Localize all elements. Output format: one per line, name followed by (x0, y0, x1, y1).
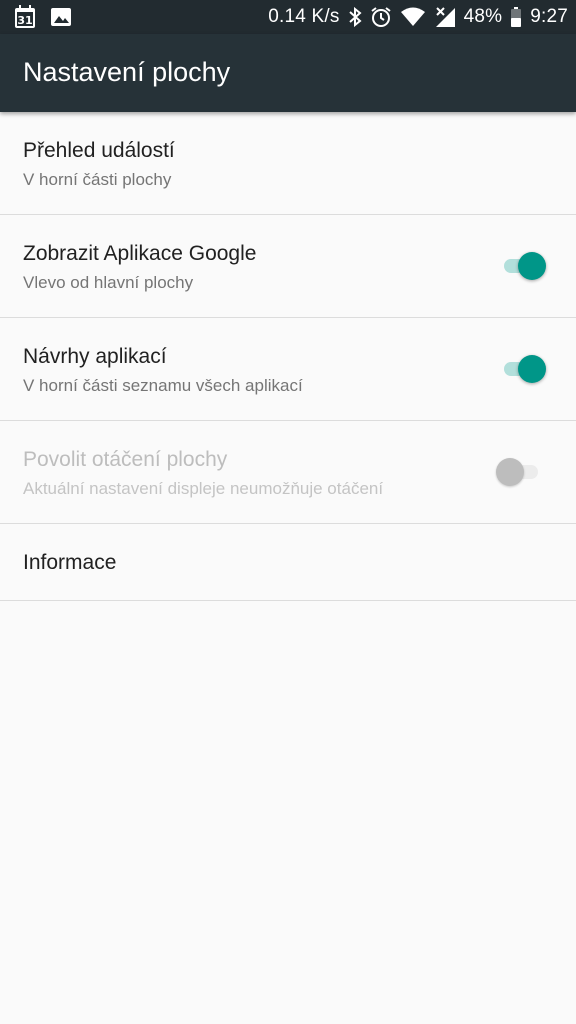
google-app-toggle[interactable] (504, 252, 546, 280)
toggle-thumb (518, 355, 546, 383)
toggle-thumb (496, 458, 524, 486)
calendar-day: 31 (17, 14, 32, 27)
rotation-toggle (496, 458, 538, 486)
app-bar: Nastavení plochy (0, 34, 576, 112)
battery-icon (510, 7, 522, 27)
page-title: Nastavení plochy (23, 57, 231, 87)
setting-show-google-app[interactable]: Zobrazit Aplikace Google Vlevo od hlavní… (0, 215, 576, 318)
setting-title: Informace (23, 551, 117, 574)
image-icon (50, 7, 72, 27)
setting-event-overview[interactable]: Přehled událostí V horní části plochy (0, 112, 576, 215)
setting-title: Zobrazit Aplikace Google (23, 242, 257, 265)
setting-title: Povolit otáčení plochy (23, 448, 228, 471)
setting-summary: V horní části plochy (23, 170, 172, 189)
setting-title: Návrhy aplikací (23, 345, 167, 368)
setting-summary: V horní části seznamu všech aplikací (23, 376, 303, 395)
bluetooth-icon (348, 7, 362, 27)
setting-summary: Aktuální nastavení displeje neumožňuje o… (23, 479, 384, 498)
battery-level: 48% (463, 6, 503, 27)
alarm-icon (370, 6, 392, 28)
notification-icons: 31 (14, 5, 86, 29)
network-speed: 0.14 K/s (268, 6, 340, 27)
toggle-thumb (518, 252, 546, 280)
setting-title: Přehled událostí (23, 139, 175, 162)
setting-allow-rotation: Povolit otáčení plochy Aktuální nastaven… (0, 421, 576, 524)
wifi-icon (400, 7, 426, 27)
app-suggestions-toggle[interactable] (504, 355, 546, 383)
settings-list: Přehled událostí V horní části plochy Zo… (0, 112, 576, 601)
system-status: 0.14 K/s 48% 9:27 (268, 0, 568, 34)
setting-app-suggestions[interactable]: Návrhy aplikací V horní části seznamu vš… (0, 318, 576, 421)
status-bar: 31 0.14 K/s 48% 9:27 (0, 0, 576, 34)
setting-summary: Vlevo od hlavní plochy (23, 273, 194, 292)
clock: 9:27 (530, 6, 568, 27)
setting-about[interactable]: Informace (0, 524, 576, 601)
calendar-icon: 31 (14, 5, 36, 29)
signal-icon (434, 6, 456, 28)
